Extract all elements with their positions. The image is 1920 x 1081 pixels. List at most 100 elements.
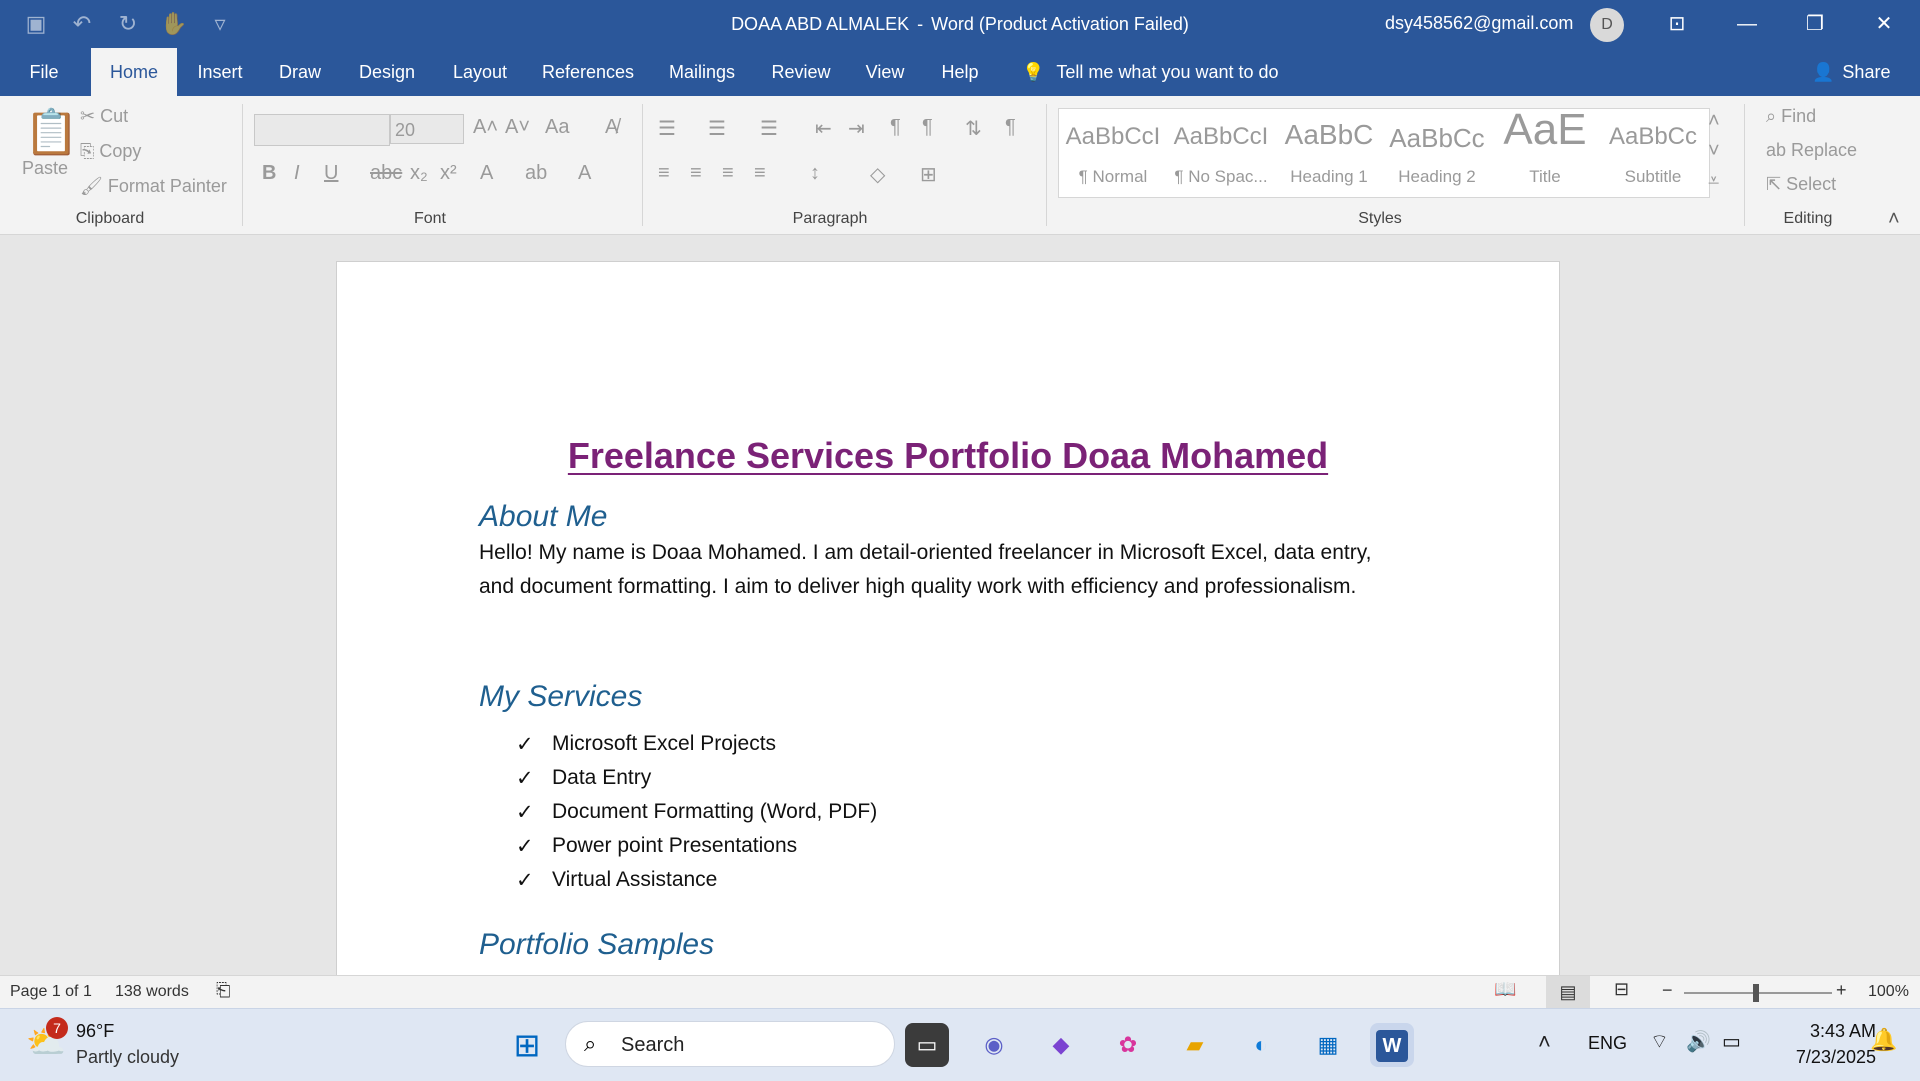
file-explorer-icon[interactable]: ▰ (1173, 1023, 1217, 1067)
clock-time[interactable]: 3:43 AM (1766, 1021, 1876, 1042)
align-center-icon[interactable]: ≡ (690, 162, 702, 185)
style-no-spacing[interactable]: AaBbCcI ¶ No Spac... (1171, 109, 1271, 197)
avatar[interactable]: D (1590, 8, 1624, 42)
bullets-icon[interactable]: ☰ (658, 116, 676, 141)
clock-date[interactable]: 7/23/2025 (1766, 1047, 1876, 1068)
font-color-icon[interactable]: A (578, 162, 591, 185)
accessibility-icon[interactable]: ⎗ (216, 980, 230, 1001)
list-item[interactable]: ✓ Data Entry (516, 766, 651, 791)
list-item[interactable]: ✓ Microsoft Excel Projects (516, 732, 776, 757)
ribbon-display-options-icon[interactable]: ⊡ (1655, 8, 1699, 40)
highlight-color-icon[interactable]: ab (525, 162, 547, 185)
document-page[interactable]: Freelance Services Portfolio Doaa Mohame… (336, 261, 1560, 975)
tab-draw[interactable]: Draw (271, 48, 329, 96)
web-layout-icon[interactable]: ⊟ (1614, 979, 1629, 1000)
sort-icon[interactable]: ⇅ (965, 116, 982, 141)
tab-home[interactable]: Home (91, 48, 177, 96)
minimize-icon[interactable]: — (1725, 8, 1769, 40)
style-title[interactable]: AaE Title (1495, 105, 1595, 197)
restore-icon[interactable]: ❐ (1793, 8, 1837, 40)
style-heading-2[interactable]: AaBbCc Heading 2 (1387, 109, 1487, 197)
paste-icon[interactable]: 📋 (24, 106, 79, 158)
tab-help[interactable]: Help (934, 48, 986, 96)
tab-mailings[interactable]: Mailings (661, 48, 743, 96)
clear-formatting-icon[interactable]: A̸ (605, 116, 618, 139)
close-icon[interactable]: ✕ (1862, 8, 1906, 40)
grow-font-icon[interactable]: A˄ (473, 116, 498, 139)
volume-icon[interactable]: 🔊 (1686, 1029, 1711, 1054)
tab-view[interactable]: View (859, 48, 911, 96)
print-layout-icon[interactable]: ▤ (1546, 976, 1590, 1008)
styles-scroll-up-icon[interactable]: ˄ (1708, 110, 1720, 133)
heading-about-me[interactable]: About Me (479, 500, 607, 534)
decrease-indent-icon[interactable]: ⇤ (815, 116, 832, 141)
zoom-in-icon[interactable]: + (1836, 980, 1847, 1001)
styles-scroll-down-icon[interactable]: ˅ (1708, 140, 1720, 163)
increase-indent-icon[interactable]: ⇥ (848, 116, 865, 141)
underline-icon[interactable]: U (324, 162, 338, 185)
page-count[interactable]: Page 1 of 1 (10, 983, 92, 1001)
shading-icon[interactable]: ◇ (870, 162, 885, 187)
tab-design[interactable]: Design (352, 48, 422, 96)
word-taskbar-icon[interactable]: W (1370, 1023, 1414, 1067)
account-email[interactable]: dsy458562@gmail.com (1385, 13, 1573, 34)
weather-temperature[interactable]: 96°F (76, 1021, 114, 1042)
strikethrough-icon[interactable]: abc (370, 162, 402, 185)
weather-description[interactable]: Partly cloudy (76, 1047, 179, 1068)
tab-insert[interactable]: Insert (190, 48, 250, 96)
heading-my-services[interactable]: My Services (479, 680, 642, 714)
multilevel-list-icon[interactable]: ☰ (760, 116, 778, 141)
cut-button[interactable]: ✂ Cut (80, 106, 128, 127)
heading-portfolio-samples[interactable]: Portfolio Samples (479, 928, 714, 962)
numbering-icon[interactable]: ☰ (708, 116, 726, 141)
line-spacing-icon[interactable]: ↕ (810, 162, 820, 185)
rtl-icon[interactable]: ¶ (922, 116, 933, 139)
style-subtitle[interactable]: AaBbCc Subtitle (1603, 109, 1703, 197)
document-title[interactable]: Freelance Services Portfolio Doaa Mohame… (337, 435, 1559, 477)
input-language[interactable]: ENG (1588, 1033, 1627, 1054)
wifi-icon[interactable]: ⌔ (1650, 1029, 1669, 1054)
visual-studio-icon[interactable]: ◆ (1039, 1023, 1083, 1067)
word-count[interactable]: 138 words (115, 983, 189, 1001)
find-button[interactable]: ⌕ Find (1766, 106, 1816, 127)
zoom-slider-thumb[interactable] (1753, 984, 1759, 1002)
align-left-icon[interactable]: ≡ (658, 162, 670, 185)
windows-start-icon[interactable]: ⊞ (505, 1023, 549, 1067)
italic-icon[interactable]: I (294, 162, 300, 185)
show-marks-icon[interactable]: ¶ (1005, 116, 1016, 139)
zoom-out-icon[interactable]: − (1662, 980, 1673, 1001)
copy-button[interactable]: ⎘ Copy (80, 141, 141, 162)
shrink-font-icon[interactable]: A˅ (505, 116, 530, 139)
zoom-level[interactable]: 100% (1868, 983, 1909, 1001)
tell-me-box[interactable]: 💡 Tell me what you want to do (1022, 48, 1279, 96)
align-right-icon[interactable]: ≡ (722, 162, 734, 185)
subscript-icon[interactable]: x₂ (410, 162, 428, 185)
read-mode-icon[interactable]: 📖 (1494, 979, 1516, 1000)
justify-icon[interactable]: ≡ (754, 162, 766, 185)
share-button[interactable]: 👤 Share (1812, 48, 1890, 96)
font-size-dropdown[interactable]: 20 (390, 114, 464, 144)
tab-file[interactable]: File (18, 48, 70, 96)
styles-more-icon[interactable]: ⩡ (1708, 170, 1719, 193)
taskbar-search[interactable]: ⌕ Search (565, 1021, 895, 1067)
superscript-icon[interactable]: x² (440, 162, 457, 185)
text-effects-icon[interactable]: A (480, 162, 493, 185)
copilot-icon[interactable]: ✿ (1106, 1023, 1150, 1067)
select-button[interactable]: ⇱ Select (1766, 174, 1836, 195)
list-item[interactable]: ✓ Virtual Assistance (516, 868, 717, 893)
about-paragraph[interactable]: Hello! My name is Doaa Mohamed. I am det… (479, 536, 1379, 604)
paste-button[interactable]: Paste (22, 158, 68, 179)
replace-button[interactable]: ab Replace (1766, 140, 1857, 161)
list-item[interactable]: ✓ Document Formatting (Word, PDF) (516, 800, 877, 825)
list-item[interactable]: ✓ Power point Presentations (516, 834, 797, 859)
tab-layout[interactable]: Layout (445, 48, 515, 96)
task-view-icon[interactable]: ▭ (905, 1023, 949, 1067)
teams-icon[interactable]: ◉ (972, 1023, 1016, 1067)
show-hidden-icons-icon[interactable]: ˄ (1538, 1029, 1551, 1055)
bold-icon[interactable]: B (262, 162, 276, 185)
microsoft-store-icon[interactable]: ▦ (1306, 1023, 1350, 1067)
tab-references[interactable]: References (538, 48, 638, 96)
edge-icon[interactable]: ◐ (1239, 1023, 1283, 1067)
font-name-dropdown[interactable] (254, 114, 390, 146)
ltr-icon[interactable]: ¶ (890, 116, 901, 139)
